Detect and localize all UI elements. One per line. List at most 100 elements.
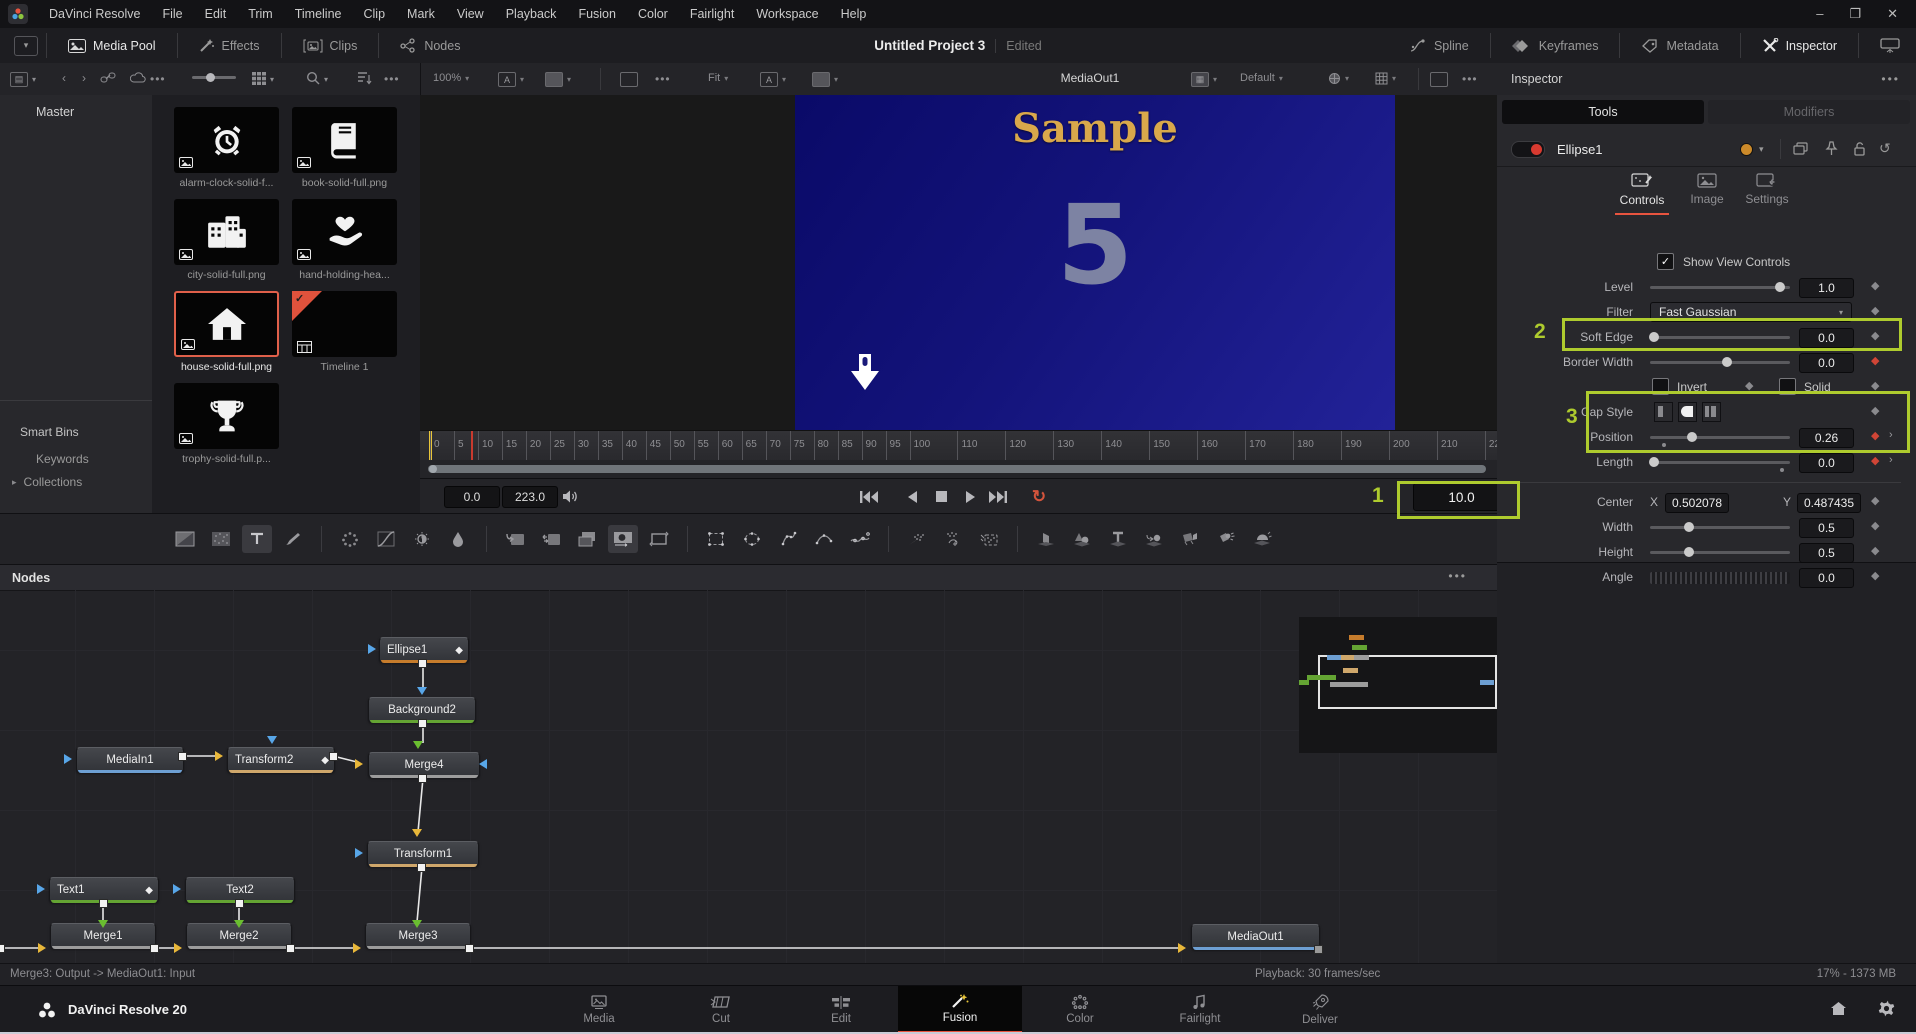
node-mediain1[interactable]: MediaIn1 — [76, 747, 184, 773]
cloud-icon[interactable] — [130, 71, 147, 84]
page-fusion[interactable]: Fusion — [898, 986, 1022, 1033]
output-socket[interactable] — [329, 752, 338, 761]
output-socket[interactable] — [418, 659, 427, 668]
go-to-start-button[interactable] — [858, 488, 880, 505]
tool-ellipse-mask-button[interactable] — [737, 525, 767, 553]
bin-view-chevron-icon[interactable]: ▾ — [32, 75, 36, 84]
tool-merge-3d-button[interactable] — [1139, 525, 1169, 553]
keyframes-button[interactable]: Keyframes — [1499, 28, 1612, 63]
output-socket[interactable] — [235, 899, 244, 908]
tool-text-3d-button[interactable] — [1103, 525, 1133, 553]
interface-toggle-button[interactable]: ▾ — [14, 36, 38, 56]
tool-blur-button[interactable] — [443, 525, 473, 553]
menu-trim[interactable]: Trim — [237, 0, 284, 28]
search-icon[interactable] — [306, 71, 320, 85]
tool-paint-button[interactable] — [278, 525, 308, 553]
node-color-swatch[interactable] — [1740, 143, 1753, 156]
node-enable-toggle[interactable] — [1511, 141, 1545, 158]
viewer-channel-a-dropdown[interactable]: A▾ — [498, 72, 524, 87]
height-value-field[interactable]: 0.5 — [1799, 543, 1854, 563]
tool-polygon-mask-button[interactable] — [773, 525, 803, 553]
tool-image-plane-3d-button[interactable] — [1031, 525, 1061, 553]
page-media[interactable]: Media — [551, 986, 647, 1033]
bin-forward-button[interactable]: › — [82, 71, 86, 85]
viewer-zoom-dropdown[interactable]: 100%▾ — [433, 72, 469, 84]
tool-particle-modifier-button[interactable] — [938, 525, 968, 553]
viewer-left-more-icon[interactable]: ••• — [655, 72, 671, 86]
fg-input-socket[interactable] — [215, 751, 223, 761]
tool-brightness-contrast-button[interactable] — [407, 525, 437, 553]
length-value-field[interactable]: 0.0 — [1799, 453, 1854, 473]
node-graph[interactable]: Ellipse1◆ Background2 MediaIn1 Transform… — [0, 590, 1497, 963]
filter-keyframe-button[interactable]: ◆ — [1871, 304, 1879, 317]
viewer-buffer2-dropdown[interactable]: ▾ — [812, 72, 838, 87]
media-item-hand-holding-heart[interactable]: hand-holding-hea... — [292, 199, 397, 281]
menu-color[interactable]: Color — [627, 0, 679, 28]
playhead[interactable] — [471, 431, 473, 461]
node-pin-icon[interactable] — [1825, 141, 1838, 156]
tool-merge-button[interactable] — [500, 525, 530, 553]
border-width-value-field[interactable]: 0.0 — [1799, 353, 1854, 373]
tool-light-3d-button[interactable] — [1211, 525, 1241, 553]
subtab-image[interactable]: Image — [1675, 173, 1739, 206]
thumb-size-slider[interactable] — [192, 76, 236, 79]
timeline-ruler[interactable]: 0510152025303540455055606570758085909510… — [420, 430, 1497, 461]
output-socket[interactable] — [99, 899, 108, 908]
menu-fusion[interactable]: Fusion — [567, 0, 627, 28]
length-keyframe-button[interactable]: ◆ — [1871, 454, 1879, 467]
relink-icon[interactable] — [100, 71, 116, 85]
tool-fast-noise-button[interactable] — [206, 525, 236, 553]
media-pool-button[interactable]: Media Pool — [55, 28, 169, 63]
viewer-layout-dropdown[interactable]: ▦▾ — [1191, 72, 1217, 87]
viewer-grid-dropdown[interactable]: ▾ — [1375, 72, 1396, 85]
height-keyframe-button[interactable]: ◆ — [1871, 544, 1879, 557]
bin-view-button[interactable]: ▤ — [10, 72, 28, 87]
range-start-field[interactable]: 0.0 — [444, 486, 500, 508]
output-socket[interactable] — [418, 719, 427, 728]
width-keyframe-button[interactable]: ◆ — [1871, 519, 1879, 532]
mask-input-socket[interactable] — [355, 848, 363, 858]
media-item-city[interactable]: city-solid-full.png — [174, 199, 279, 281]
mask-input-socket[interactable] — [37, 884, 45, 894]
smart-bin-keywords[interactable]: Keywords — [36, 452, 89, 466]
level-slider[interactable] — [1650, 286, 1790, 289]
output-socket[interactable] — [178, 752, 187, 761]
bin-more-icon[interactable]: ••• — [384, 72, 400, 86]
step-back-button[interactable] — [901, 488, 923, 505]
angle-keyframe-button[interactable]: ◆ — [1871, 569, 1879, 582]
fg-input-socket[interactable] — [355, 759, 363, 769]
page-deliver[interactable]: Deliver — [1272, 986, 1368, 1033]
viewer-3d-dropdown[interactable]: ▾ — [1328, 72, 1349, 85]
tool-matte-control-button[interactable] — [572, 525, 602, 553]
subtab-settings[interactable]: Settings — [1735, 173, 1799, 206]
height-slider[interactable] — [1650, 551, 1790, 554]
output-socket[interactable] — [1314, 945, 1323, 954]
inspector-menu-icon[interactable]: ••• — [1881, 72, 1900, 86]
range-end-field[interactable]: 223.0 — [502, 486, 558, 508]
menu-edit[interactable]: Edit — [194, 0, 238, 28]
fg-input-socket[interactable] — [174, 943, 182, 953]
level-value-field[interactable]: 1.0 — [1799, 278, 1854, 298]
menu-playback[interactable]: Playback — [495, 0, 568, 28]
menu-workspace[interactable]: Workspace — [745, 0, 829, 28]
center-x-field[interactable]: 0.502078 — [1665, 493, 1729, 513]
settings-gear-button[interactable] — [1878, 1000, 1895, 1017]
menu-mark[interactable]: Mark — [396, 0, 446, 28]
mask-input-socket[interactable] — [417, 687, 427, 695]
panel-layout-button[interactable] — [1867, 28, 1916, 63]
window-maximize-button[interactable]: ❐ — [1849, 6, 1861, 22]
project-manager-button[interactable] — [1830, 1001, 1847, 1017]
tab-modifiers[interactable]: Modifiers — [1708, 100, 1910, 124]
menu-file[interactable]: File — [151, 0, 193, 28]
window-close-button[interactable]: ✕ — [1887, 6, 1898, 22]
mask-input-socket[interactable] — [173, 884, 181, 894]
viewer-channel-a2-dropdown[interactable]: A▾ — [760, 72, 786, 87]
border-width-slider[interactable] — [1650, 361, 1790, 364]
fg-input-socket[interactable] — [38, 943, 46, 953]
angle-thumbwheel[interactable] — [1650, 572, 1790, 584]
page-cut[interactable]: Cut — [673, 986, 769, 1033]
menu-clip[interactable]: Clip — [353, 0, 397, 28]
bg-input-socket[interactable] — [413, 741, 423, 749]
tool-particle-emitter-button[interactable] — [902, 525, 932, 553]
output-socket[interactable] — [286, 944, 295, 953]
